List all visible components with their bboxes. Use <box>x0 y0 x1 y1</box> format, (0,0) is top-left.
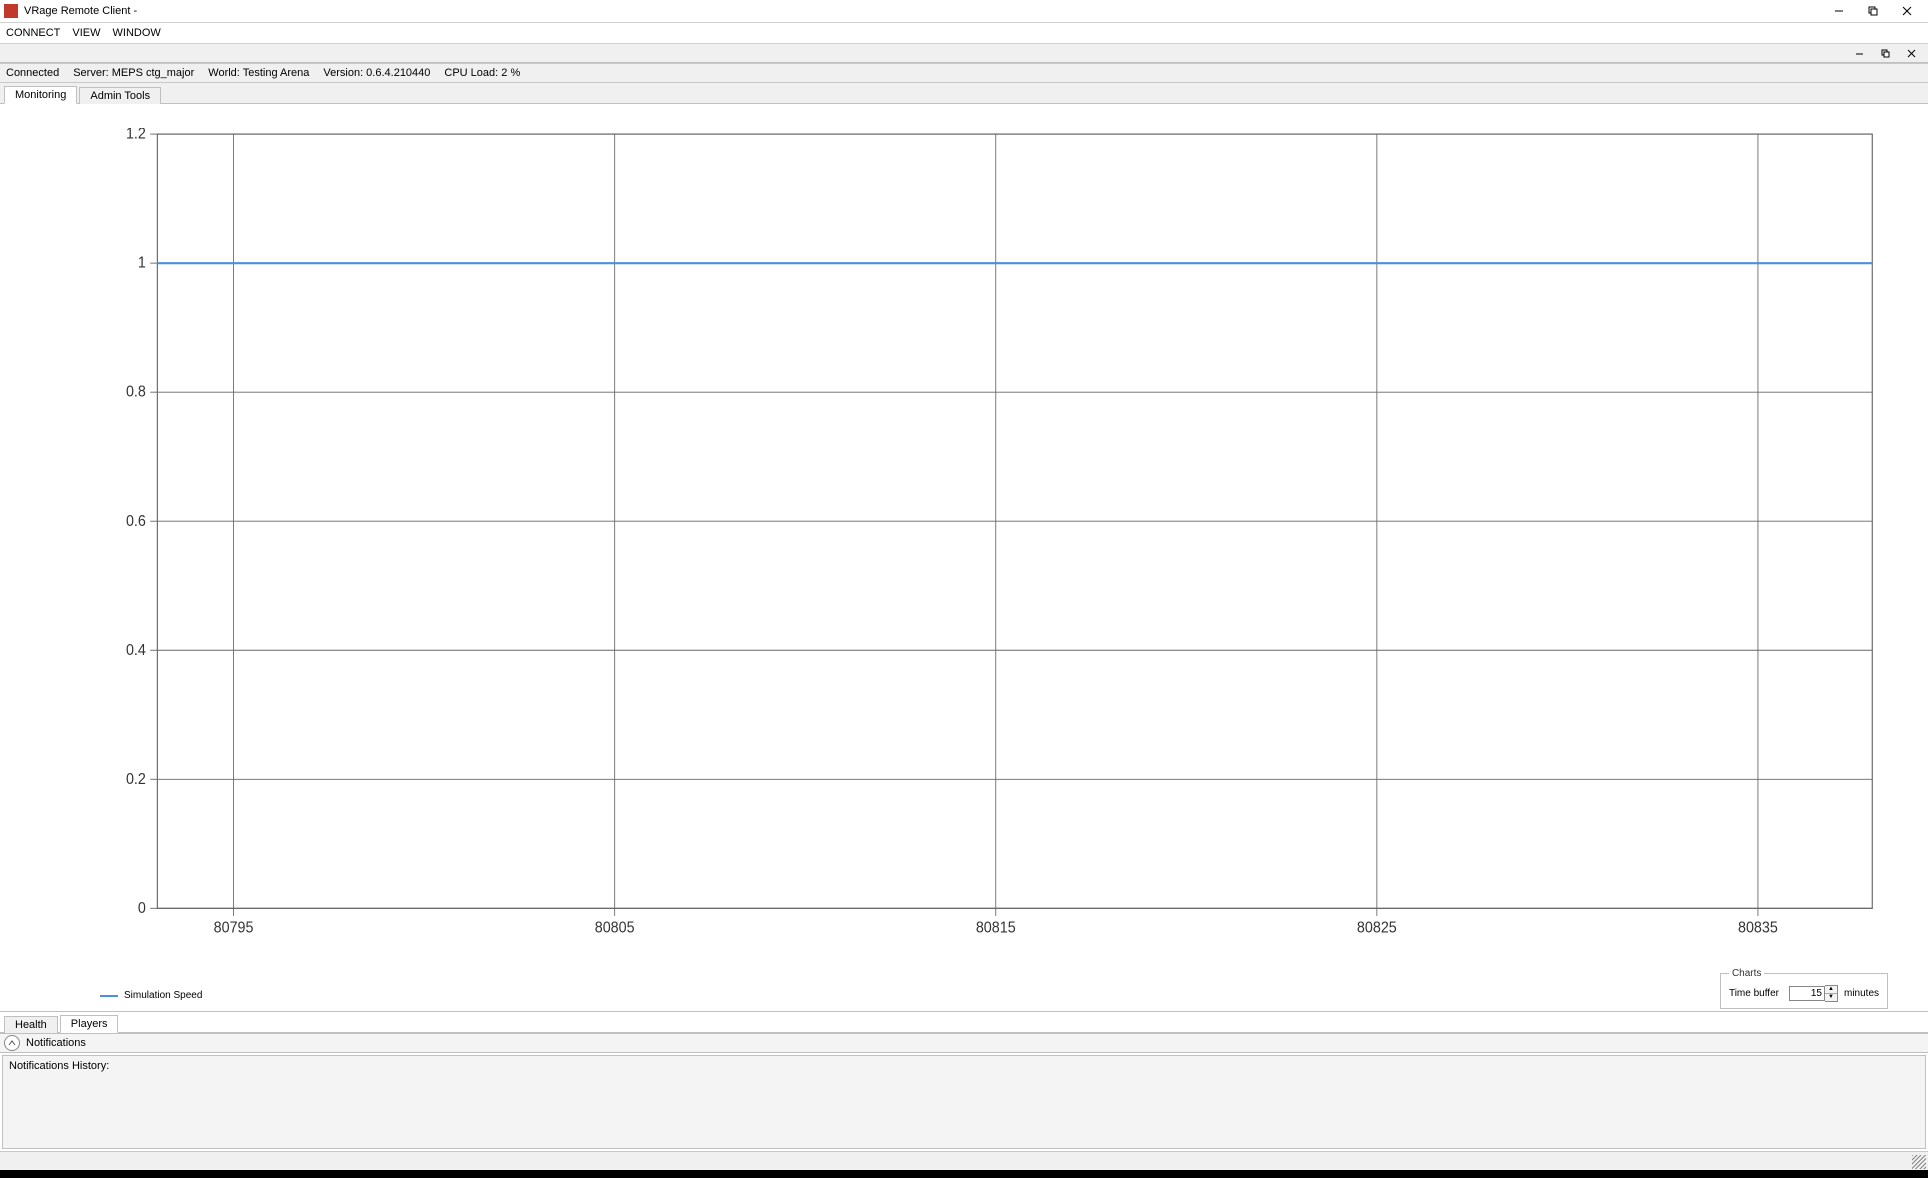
svg-text:80835: 80835 <box>1738 920 1778 936</box>
svg-text:0: 0 <box>138 901 146 917</box>
mdi-area: Connected Server: MEPS ctg_major World: … <box>0 44 1928 1170</box>
legend-line-icon <box>100 995 118 997</box>
spinner-up-button[interactable]: ▲ <box>1825 986 1837 994</box>
maximize-button[interactable] <box>1856 1 1890 21</box>
tab-monitoring[interactable]: Monitoring <box>4 86 77 104</box>
time-buffer-input[interactable] <box>1789 986 1825 1001</box>
child-close-button[interactable] <box>1898 45 1924 61</box>
child-restore-button[interactable] <box>1872 45 1898 61</box>
svg-text:0.4: 0.4 <box>126 642 146 658</box>
notifications-collapse-button[interactable] <box>4 1035 20 1051</box>
chevron-up-icon <box>8 1039 16 1047</box>
menu-view[interactable]: VIEW <box>72 27 100 39</box>
svg-text:80815: 80815 <box>976 920 1016 936</box>
chart-area: 0 0.2 0.4 0.6 0.8 1 1.2 80795 80805 80815 80825 808… <box>40 118 1888 1011</box>
close-button[interactable] <box>1890 1 1924 21</box>
legend: Simulation Speed <box>100 990 1738 1001</box>
time-buffer-spinner: ▲ ▼ <box>1825 985 1838 1002</box>
restore-icon <box>1881 49 1890 58</box>
notifications-header: Notifications <box>0 1033 1928 1053</box>
tab-health-label: Health <box>15 1019 47 1031</box>
tab-admin-tools[interactable]: Admin Tools <box>79 87 161 104</box>
status-version: Version: 0.6.4.210440 <box>323 67 430 79</box>
minutes-label: minutes <box>1844 988 1879 999</box>
svg-text:0.2: 0.2 <box>126 771 146 787</box>
status-world: World: Testing Arena <box>208 67 309 79</box>
tab-monitoring-label: Monitoring <box>15 89 66 101</box>
status-bar: Connected Server: MEPS ctg_major World: … <box>0 63 1928 83</box>
status-connected: Connected <box>6 67 59 79</box>
chart-plot: 0 0.2 0.4 0.6 0.8 1 1.2 80795 80805 80815 80825 808… <box>100 128 1878 951</box>
maximize-icon <box>1868 6 1878 16</box>
tab-players[interactable]: Players <box>60 1015 119 1033</box>
svg-text:1: 1 <box>138 255 146 271</box>
time-buffer-label: Time buffer <box>1729 988 1779 999</box>
minimize-icon <box>1855 49 1864 58</box>
svg-text:80795: 80795 <box>214 920 254 936</box>
tab-health[interactable]: Health <box>4 1016 58 1033</box>
svg-text:80825: 80825 <box>1357 920 1397 936</box>
legend-item-simulation-speed: Simulation Speed <box>100 990 202 1001</box>
child-titlebar <box>0 44 1928 63</box>
notifications-history-panel: Notifications History: <box>2 1055 1926 1149</box>
svg-text:80805: 80805 <box>595 920 635 936</box>
app-icon <box>4 4 18 18</box>
legend-label: Simulation Speed <box>124 990 202 1001</box>
window-title: VRage Remote Client - <box>24 5 1822 17</box>
close-icon <box>1907 49 1916 58</box>
resize-grip[interactable] <box>1912 1155 1926 1169</box>
content-area: 0 0.2 0.4 0.6 0.8 1 1.2 80795 80805 80815 80825 808… <box>0 104 1928 1151</box>
spinner-down-button[interactable]: ▼ <box>1825 994 1837 1001</box>
tab-players-label: Players <box>71 1018 108 1030</box>
minimize-button[interactable] <box>1822 1 1856 21</box>
os-taskbar[interactable] <box>0 1170 1928 1178</box>
menu-window[interactable]: WINDOW <box>113 27 161 39</box>
status-cpu: CPU Load: 2 % <box>444 67 520 79</box>
top-tabstrip: Monitoring Admin Tools <box>0 83 1928 104</box>
child-minimize-button[interactable] <box>1846 45 1872 61</box>
svg-text:0.8: 0.8 <box>126 384 146 400</box>
status-server: Server: MEPS ctg_major <box>73 67 194 79</box>
close-icon <box>1902 6 1912 16</box>
titlebar: VRage Remote Client - <box>0 0 1928 23</box>
minimize-icon <box>1834 6 1844 16</box>
tab-admin-tools-label: Admin Tools <box>90 90 150 102</box>
footer <box>0 1151 1928 1170</box>
svg-text:1.2: 1.2 <box>126 128 146 143</box>
charts-settings-panel: Charts Time buffer ▲ ▼ minutes <box>1720 973 1888 1009</box>
notifications-history-label: Notifications History: <box>9 1060 109 1072</box>
notifications-title: Notifications <box>26 1037 86 1049</box>
menubar: CONNECT VIEW WINDOW <box>0 23 1928 44</box>
menu-connect[interactable]: CONNECT <box>6 27 60 39</box>
svg-text:0.6: 0.6 <box>126 513 146 529</box>
charts-group-title: Charts <box>1729 968 1764 979</box>
bottom-tabstrip: Health Players <box>0 1011 1928 1033</box>
